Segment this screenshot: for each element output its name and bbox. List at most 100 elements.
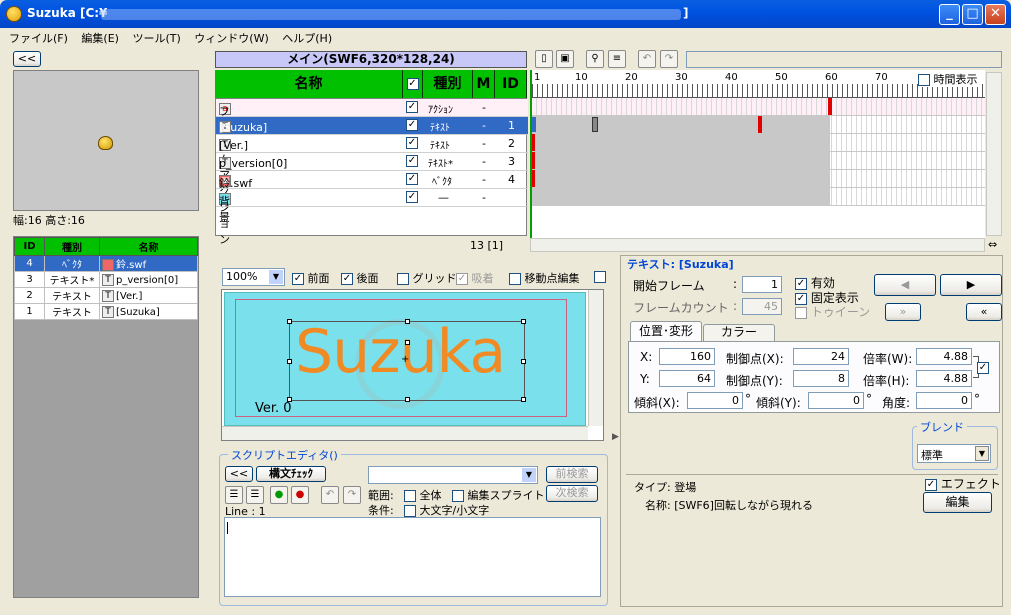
- search-combo[interactable]: ▼: [368, 466, 538, 484]
- resize-handle[interactable]: [405, 319, 410, 324]
- scale-h-input[interactable]: 4.88: [916, 370, 972, 387]
- range-sprite-option[interactable]: 編集スプライト: [452, 487, 545, 503]
- menu-window[interactable]: ウィンドウ(W): [189, 28, 273, 48]
- next-search-button[interactable]: 次検索: [546, 485, 598, 502]
- grid-option[interactable]: グリッド: [397, 270, 457, 286]
- tab-color[interactable]: カラー: [703, 324, 775, 341]
- outdent-icon[interactable]: ☰: [246, 486, 264, 504]
- timeline-hscrollbar[interactable]: [530, 238, 985, 252]
- object-row[interactable]: 3 テキスト* Tp_version[0]: [14, 271, 198, 288]
- menu-help[interactable]: ヘルプ(H): [277, 28, 337, 48]
- script-redo-icon[interactable]: ↷: [343, 486, 361, 504]
- timeline-vscrollbar[interactable]: [986, 72, 1002, 236]
- frame-span[interactable]: [532, 116, 830, 133]
- scale-link-checkbox[interactable]: ✓: [977, 362, 989, 374]
- back-option[interactable]: ✓ 後面: [341, 270, 379, 286]
- object-header-id[interactable]: ID: [14, 237, 45, 256]
- layer-visible-checkbox[interactable]: ✓: [406, 101, 418, 113]
- chevron-down-icon[interactable]: ▼: [269, 270, 283, 284]
- snap-option[interactable]: ✓ 吸着: [456, 270, 494, 286]
- stage-ver-text[interactable]: Ver. 0: [255, 401, 292, 416]
- app-bell-icon[interactable]: [6, 6, 22, 22]
- timeline-row-suzuka[interactable]: [532, 116, 985, 134]
- left-collapse-button[interactable]: <<: [13, 51, 41, 67]
- pivot-crosshair-icon[interactable]: +: [401, 354, 409, 365]
- document-icon[interactable]: ≡: [608, 50, 626, 68]
- menu-tools[interactable]: ツール(T): [127, 28, 185, 48]
- object-header-name[interactable]: 名称: [99, 237, 198, 256]
- frame-span[interactable]: [532, 170, 830, 187]
- layer-row[interactable]: aフレームアクション ✓ ｱｸｼｮﾝ -: [216, 99, 528, 246]
- indent-icon[interactable]: ☰: [225, 486, 243, 504]
- skew-x-input[interactable]: 0: [687, 392, 743, 409]
- expand-arrows-icon[interactable]: ⇔: [988, 238, 997, 251]
- undo-icon[interactable]: ↶: [638, 50, 656, 68]
- zoom-select[interactable]: 100% ▼: [222, 268, 285, 286]
- close-button[interactable]: ✕: [985, 4, 1006, 25]
- front-checkbox[interactable]: ✓: [292, 273, 304, 285]
- frame-span[interactable]: [532, 188, 830, 205]
- resize-handle[interactable]: [287, 359, 292, 364]
- script-collapse-button[interactable]: <<: [225, 466, 253, 482]
- blend-select[interactable]: 標準 ▼: [917, 444, 991, 463]
- snap-checkbox[interactable]: ✓: [456, 273, 468, 285]
- panel-expand-arrow-icon[interactable]: ▶: [612, 432, 619, 442]
- stage-hscrollbar[interactable]: [222, 426, 588, 440]
- layer-row[interactable]: T [Ver.] ✓ ﾃｷｽﾄ - 2: [216, 135, 528, 153]
- script-undo-icon[interactable]: ↶: [321, 486, 339, 504]
- keyframe-marker[interactable]: [532, 134, 535, 151]
- case-checkbox[interactable]: [404, 505, 416, 517]
- frame-count-input[interactable]: 45: [742, 298, 782, 315]
- maximize-button[interactable]: □: [962, 4, 983, 25]
- control-y-input[interactable]: 8: [793, 370, 849, 387]
- start-frame-input[interactable]: 1: [742, 276, 782, 293]
- layer-row[interactable]: T [Suzuka] ✓ ﾃｷｽﾄ - 1: [216, 117, 528, 135]
- time-display-checkbox[interactable]: [918, 74, 930, 86]
- object-row[interactable]: 4 ﾍﾞｸﾀ 鈴.swf: [14, 255, 198, 272]
- enabled-checkbox[interactable]: ✓: [795, 277, 807, 290]
- frame-span[interactable]: [532, 152, 830, 169]
- object-row[interactable]: 2 テキスト T [Ver.]: [14, 287, 198, 304]
- range-all-option[interactable]: 全体: [404, 487, 442, 503]
- chevron-down-icon[interactable]: ▼: [522, 468, 536, 482]
- layer-header-id[interactable]: ID: [495, 70, 527, 98]
- range-all-checkbox[interactable]: [404, 490, 416, 502]
- extra-checkbox[interactable]: [594, 271, 606, 283]
- next-object-button[interactable]: ▶: [940, 274, 1002, 296]
- bookmark-add-icon[interactable]: ●: [270, 486, 288, 504]
- grid-checkbox[interactable]: [397, 273, 409, 285]
- layer-row[interactable]: 背景 ✓ — -: [216, 189, 528, 224]
- selection-box[interactable]: +: [287, 319, 526, 402]
- effect-checkbox[interactable]: ✓: [925, 478, 937, 491]
- save-disk-icon[interactable]: ▣: [556, 50, 574, 68]
- rotation-handle[interactable]: [405, 340, 410, 345]
- keyframe-marker[interactable]: [758, 116, 762, 133]
- layer-header-m[interactable]: M: [473, 70, 495, 98]
- timeline-row-background[interactable]: [532, 188, 985, 206]
- effect-option[interactable]: ✓ エフェクト: [925, 475, 1001, 492]
- case-option[interactable]: 大文字/小文字: [404, 502, 489, 518]
- movepoint-option[interactable]: 移動点編集: [509, 270, 580, 286]
- resize-handle[interactable]: [521, 359, 526, 364]
- all-visible-checkbox[interactable]: ✓: [406, 78, 419, 90]
- layer-row[interactable]: Tp_version[0] ✓ ﾃｷｽﾄ* - 3: [216, 153, 528, 171]
- timeline-ruler[interactable]: 1 10 20 30 40 50 60 70 時間表示: [532, 70, 985, 98]
- back-checkbox[interactable]: ✓: [341, 273, 353, 285]
- forward-double-button[interactable]: »: [885, 303, 921, 321]
- resize-handle[interactable]: [405, 397, 410, 402]
- timeline-row-ver[interactable]: [532, 134, 985, 152]
- tab-position[interactable]: 位置･変形: [630, 321, 702, 341]
- effect-edit-button[interactable]: 編集: [923, 492, 992, 513]
- layer-header-check[interactable]: ✓: [403, 70, 423, 98]
- layer-visible-checkbox[interactable]: ✓: [406, 137, 418, 149]
- front-option[interactable]: ✓ 前面: [292, 270, 330, 286]
- layer-visible-checkbox[interactable]: ✓: [406, 119, 418, 131]
- stage-canvas[interactable]: Suzuka + Ver. 0: [221, 289, 604, 441]
- current-frame-marker[interactable]: [532, 117, 536, 132]
- timeline-row-action[interactable]: [532, 98, 985, 116]
- object-row[interactable]: 1 テキスト T [Suzuka]: [14, 303, 198, 320]
- timeline-row-pversion[interactable]: [532, 152, 985, 170]
- angle-input[interactable]: 0: [916, 392, 972, 409]
- keyframe-marker[interactable]: [532, 170, 535, 187]
- new-page-icon[interactable]: ▯: [535, 50, 553, 68]
